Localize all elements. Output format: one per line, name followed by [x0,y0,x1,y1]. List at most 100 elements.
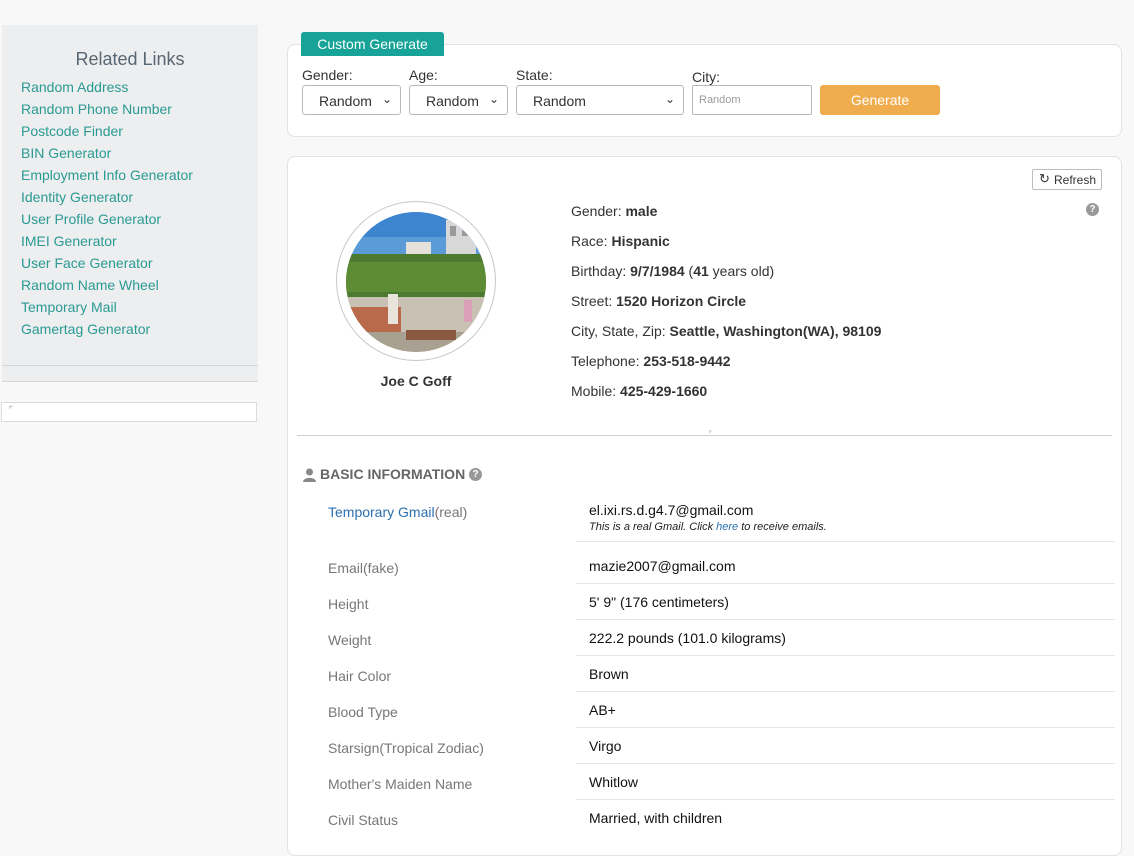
state-select-value: Random [533,93,586,109]
link-identity-generator[interactable]: Identity Generator [21,189,133,205]
detail-row-value: Brown [589,666,629,682]
link-temporary-mail[interactable]: Temporary Mail [21,299,117,315]
generate-button[interactable]: Generate [820,85,940,115]
detail-row-label: Weight [328,632,372,648]
row-divider [576,655,1115,656]
row-divider [576,583,1115,584]
info-mobile: Mobile: 425-429-1660 [571,383,707,399]
detail-row-label: Height [328,596,369,612]
info-telephone-label: Telephone: [571,353,644,369]
user-icon [303,468,316,482]
temporary-gmail-label: Temporary Gmail(real) [328,504,467,520]
age-select-value: Random [426,93,479,109]
link-postcode-finder[interactable]: Postcode Finder [21,123,123,139]
gender-label: Gender: [302,67,353,83]
info-city-state-zip: City, State, Zip: Seattle, Washington(WA… [571,323,881,339]
basic-information-label: BASIC INFORMATION [320,466,466,482]
row-divider [576,799,1115,800]
info-gender: Gender: male [571,203,657,219]
refresh-icon: ↻ [1039,171,1050,186]
row-divider [576,541,1115,542]
info-race-label: Race: [571,233,612,249]
sidebar-divider [2,365,258,366]
state-select[interactable]: Random ⌄ [516,85,684,115]
refresh-label: Refresh [1054,173,1097,187]
age-label: Age: [409,67,438,83]
related-links-title: Related Links [75,49,185,69]
temporary-gmail-suffix: (real) [434,504,468,520]
info-age-open: ( [684,263,694,279]
gmail-here-link[interactable]: here [716,521,738,533]
detail-row-value: Married, with children [589,810,723,826]
info-race-value: Hispanic [611,233,670,249]
info-age-value: 41 [693,263,709,279]
info-race: Race: Hispanic [571,233,670,249]
info-birthday: Birthday: 9/7/1984 (41 years old) [571,263,774,279]
link-employment-info-generator[interactable]: Employment Info Generator [21,167,193,183]
detail-row-value: mazie2007@gmail.com [589,558,736,574]
basic-information-title: BASIC INFORMATION [320,466,465,482]
corner-mark-icon: ⌜ [9,405,13,414]
info-gender-value: male [625,203,658,219]
link-random-phone-number[interactable]: Random Phone Number [21,101,172,117]
info-street-label: Street: [571,293,617,309]
help-icon[interactable]: ? [469,468,482,481]
temporary-gmail-value: el.ixi.rs.d.g4.7@gmail.com [589,502,754,518]
info-city-value: Seattle, Washington(WA), 98109 [669,323,882,339]
info-street-value: 1520 Horizon Circle [616,293,747,309]
person-name: Joe C Goff [380,373,452,389]
link-imei-generator[interactable]: IMEI Generator [21,233,117,249]
info-street: Street: 1520 Horizon Circle [571,293,746,309]
info-mobile-label: Mobile: [571,383,621,399]
link-gamertag-generator[interactable]: Gamertag Generator [21,321,150,337]
gender-select[interactable]: Random ⌄ [302,85,401,115]
corner-mark-icon: ⌜ [709,430,712,438]
chevron-down-icon: ⌄ [488,92,499,106]
link-bin-generator[interactable]: BIN Generator [21,145,111,161]
info-mobile-value: 425-429-1660 [620,383,708,399]
age-select[interactable]: Random ⌄ [409,85,508,115]
detail-row-label: Mother's Maiden Name [328,776,473,792]
row-divider [576,763,1115,764]
detail-row-label: Civil Status [328,812,399,828]
row-divider [576,619,1115,620]
row-divider [576,727,1115,728]
info-birthday-value: 9/7/1984 [630,263,685,279]
custom-generate-tab[interactable]: Custom Generate [301,32,444,56]
detail-row-label: Email(fake) [328,560,399,576]
detail-row-value: 222.2 pounds (101.0 kilograms) [589,630,786,646]
gmail-note-prefix: This is a real Gmail. Click [589,521,717,533]
detail-row-value: Whitlow [589,774,639,790]
related-links-list: Random Address Random Phone Number Postc… [21,79,193,343]
gmail-note: This is a real Gmail. Click here to rece… [589,521,827,533]
link-random-name-wheel[interactable]: Random Name Wheel [21,277,159,293]
avatar [346,212,486,352]
info-city-label: City, State, Zip: [571,323,670,339]
info-telephone-value: 253-518-9442 [643,353,731,369]
gender-select-value: Random [319,93,372,109]
detail-row-label: Hair Color [328,668,392,684]
refresh-button[interactable]: ↻ Refresh [1032,169,1102,190]
info-age-close: years old) [708,263,775,279]
row-divider [576,691,1115,692]
state-label: State: [516,67,553,83]
section-divider [297,435,1112,436]
temporary-gmail-link[interactable]: Temporary Gmail [328,504,435,520]
info-gender-label: Gender: [571,203,626,219]
city-label: City: [692,69,720,85]
chevron-down-icon: ⌄ [381,92,392,106]
link-user-face-generator[interactable]: User Face Generator [21,255,153,271]
detail-row-label: Starsign(Tropical Zodiac) [328,740,484,756]
link-random-address[interactable]: Random Address [21,79,128,95]
link-user-profile-generator[interactable]: User Profile Generator [21,211,161,227]
info-birthday-label: Birthday: [571,263,631,279]
related-links-panel: Related Links Random Address Random Phon… [2,25,258,382]
chevron-down-icon: ⌄ [664,92,675,106]
info-telephone: Telephone: 253-518-9442 [571,353,731,369]
gmail-note-suffix: to receive emails. [738,521,827,533]
help-icon[interactable]: ? [1086,203,1099,216]
detail-row-value: 5' 9" (176 centimeters) [589,594,729,610]
detail-row-value: AB+ [589,702,616,718]
city-input[interactable]: Random [692,85,812,115]
detail-row-value: Virgo [589,738,622,754]
